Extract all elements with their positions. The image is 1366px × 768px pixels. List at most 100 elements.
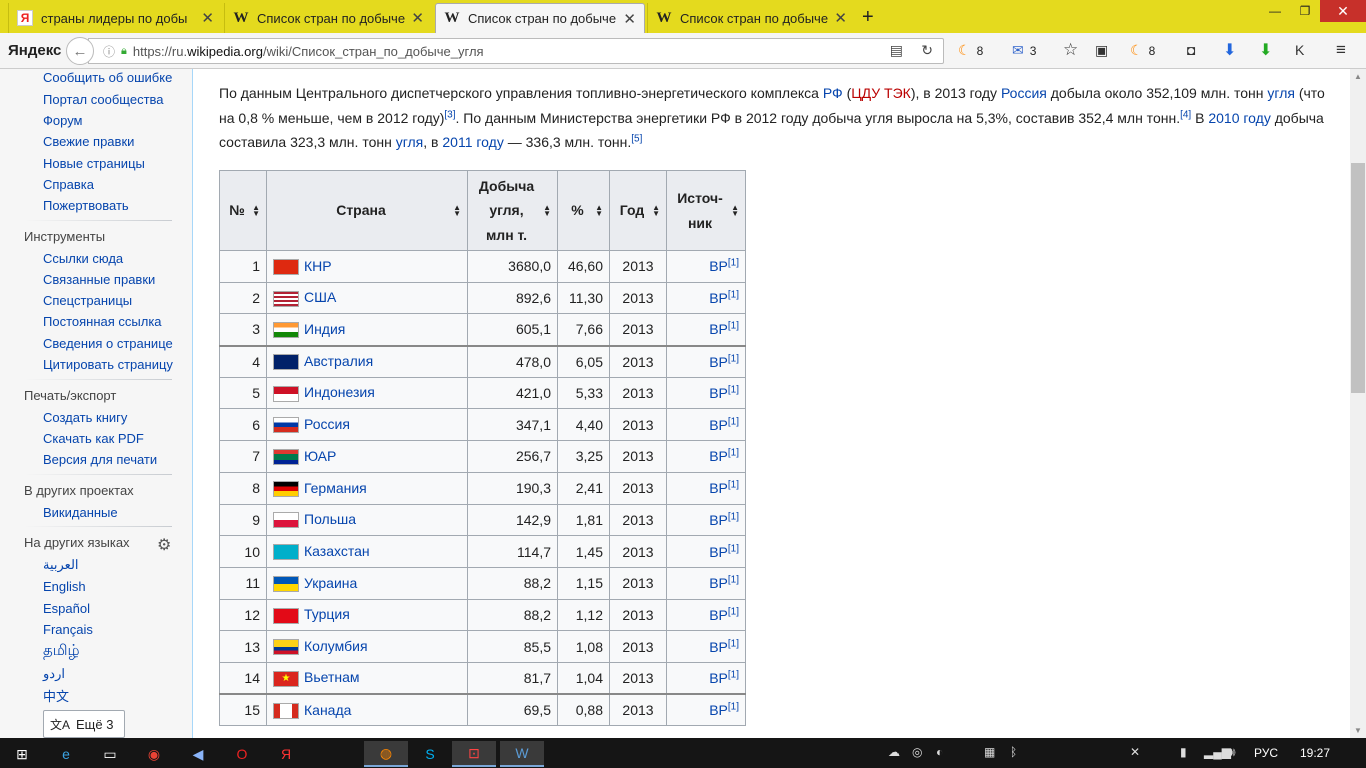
sort-icon[interactable]: ▲ ▼: [453, 203, 461, 217]
back-button[interactable]: ←: [66, 37, 94, 65]
battery-icon[interactable]: ▮: [1180, 745, 1187, 759]
link-2010[interactable]: 2010 году: [1208, 110, 1270, 126]
sidebar-link-donate[interactable]: Пожертвовать: [43, 198, 129, 213]
reference-link[interactable]: [1]: [728, 638, 739, 649]
reference-link[interactable]: [1]: [728, 480, 739, 491]
language-indicator[interactable]: РУС: [1254, 746, 1278, 760]
reference-3[interactable]: [3]: [444, 109, 455, 120]
country-link[interactable]: ЮАР: [304, 448, 336, 464]
source-link[interactable]: BP: [709, 480, 728, 496]
source-link[interactable]: BP: [709, 290, 728, 306]
reference-link[interactable]: [1]: [728, 321, 739, 332]
sidebar-link-what-links-here[interactable]: Ссылки сюда: [43, 251, 123, 266]
volume-icon[interactable]: 🔊︎: [1228, 745, 1236, 760]
source-link[interactable]: BP: [709, 354, 728, 370]
reading-list-icon[interactable]: ▣: [1095, 42, 1108, 59]
source-link[interactable]: BP: [709, 512, 728, 528]
restore-button[interactable]: ❐: [1290, 0, 1320, 22]
reference-link[interactable]: [1]: [728, 511, 739, 522]
sort-icon[interactable]: ▲ ▼: [731, 203, 739, 217]
reference-link[interactable]: [1]: [728, 448, 739, 459]
menu-icon[interactable]: ≡: [1336, 40, 1346, 60]
country-link[interactable]: КНР: [304, 258, 332, 274]
chrome-icon[interactable]: ◉: [132, 741, 176, 767]
country-link[interactable]: Казахстан: [304, 543, 370, 559]
column-header-production[interactable]: Добыча угля, млн т. ▲ ▼: [467, 170, 558, 251]
sidebar-lang-spanish[interactable]: Español: [43, 601, 90, 616]
sidebar-link-special-pages[interactable]: Спецстраницы: [43, 293, 132, 308]
scroll-up-icon[interactable]: ▲: [1354, 72, 1362, 81]
sidebar-link-cite-page[interactable]: Цитировать страницу: [43, 357, 173, 372]
source-link[interactable]: BP: [709, 639, 728, 655]
firefox-icon[interactable]: ◍: [364, 741, 408, 767]
sort-icon[interactable]: ▲ ▼: [252, 203, 260, 217]
reference-link[interactable]: [1]: [728, 258, 739, 269]
tab-wikipedia-1[interactable]: W Список стран по добыче ✕: [224, 3, 432, 33]
link-coal[interactable]: угля: [1267, 85, 1295, 101]
address-bar[interactable]: ⓘ 🔒︎ https://ru. wikipedia.org/wiki/Списо…: [88, 38, 944, 64]
close-icon[interactable]: ✕: [201, 9, 214, 27]
sidebar-lang-french[interactable]: Français: [43, 622, 93, 637]
sort-icon[interactable]: ▲ ▼: [595, 203, 603, 217]
download-icon[interactable]: ⬇: [1223, 40, 1236, 60]
source-link[interactable]: BP: [709, 544, 728, 560]
reader-view-icon[interactable]: ▤: [890, 42, 903, 59]
sidebar-link-forum[interactable]: Форум: [43, 113, 83, 128]
reference-link[interactable]: [1]: [728, 289, 739, 300]
sidebar-lang-tamil[interactable]: தமிழ்: [43, 642, 80, 661]
country-link[interactable]: Россия: [304, 416, 350, 432]
source-link[interactable]: BP: [709, 417, 728, 433]
column-header-country[interactable]: Страна ▲ ▼: [266, 170, 468, 251]
more-languages-button[interactable]: 文A Ещё 3: [43, 710, 125, 738]
sidebar-link-permanent-link[interactable]: Постоянная ссылка: [43, 314, 162, 329]
reference-link[interactable]: [1]: [728, 702, 739, 713]
country-link[interactable]: Вьетнам: [304, 669, 360, 685]
sidebar-heading-other-projects[interactable]: В других проектах: [24, 483, 134, 498]
country-link[interactable]: Германия: [304, 480, 367, 496]
link-rf[interactable]: РФ: [823, 85, 843, 101]
tab-wikipedia-3[interactable]: W Список стран по добыче ✕: [647, 3, 855, 33]
skype-icon[interactable]: S: [408, 741, 452, 767]
sidebar-lang-arabic[interactable]: العربية: [43, 557, 79, 573]
sidebar-link-related-changes[interactable]: Связанные правки: [43, 272, 155, 287]
word-icon[interactable]: W: [500, 741, 544, 767]
scrollbar-thumb[interactable]: [1351, 163, 1365, 393]
cloud-icon[interactable]: ☁: [888, 745, 900, 759]
sidebar-link-help[interactable]: Справка: [43, 177, 94, 192]
sidebar-heading-tools[interactable]: Инструменты: [24, 229, 105, 244]
reference-link[interactable]: [1]: [728, 353, 739, 364]
internet-explorer-icon[interactable]: e: [44, 741, 88, 767]
source-link[interactable]: BP: [709, 448, 728, 464]
link-2011[interactable]: 2011 году: [442, 134, 503, 150]
link-cdu-tek[interactable]: ЦДУ ТЭК: [851, 85, 911, 101]
media-player-icon[interactable]: ◀: [176, 741, 220, 767]
system-clock[interactable]: 19:27: [1300, 746, 1330, 760]
tab-yandex-search[interactable]: Я страны лидеры по добы ✕: [8, 3, 222, 33]
close-icon[interactable]: ✕: [623, 10, 636, 28]
windows-start-icon[interactable]: ⊞: [0, 741, 44, 767]
sidebar-link-wikidata[interactable]: Викиданные: [43, 505, 118, 520]
sidebar-lang-english[interactable]: English: [43, 579, 86, 594]
source-link[interactable]: BP: [709, 321, 728, 337]
reference-link[interactable]: [1]: [728, 416, 739, 427]
column-header-year[interactable]: Год ▲ ▼: [609, 170, 667, 251]
source-link[interactable]: BP: [709, 702, 728, 718]
bookmark-star-icon[interactable]: ☆: [1063, 40, 1078, 60]
scroll-down-icon[interactable]: ▼: [1354, 726, 1362, 735]
adobe-reader-icon[interactable]: ⊡: [452, 741, 496, 767]
reference-4[interactable]: [4]: [1180, 109, 1191, 120]
sidebar-heading-languages[interactable]: На других языках: [24, 535, 130, 550]
country-link[interactable]: США: [304, 289, 336, 305]
reference-link[interactable]: [1]: [728, 575, 739, 586]
new-tab-button[interactable]: +: [862, 6, 874, 29]
column-header-percent[interactable]: % ▲ ▼: [557, 170, 610, 251]
column-header-source[interactable]: Источ-ник ▲ ▼: [666, 170, 746, 251]
antivirus-icon[interactable]: ✕: [1130, 745, 1140, 759]
country-link[interactable]: Польша: [304, 511, 356, 527]
sort-icon[interactable]: ▲ ▼: [543, 203, 551, 217]
yandex-browser-icon[interactable]: Я: [264, 741, 308, 767]
country-link[interactable]: Турция: [304, 606, 350, 622]
network-adapter-icon[interactable]: ▦: [984, 745, 995, 759]
sort-icon[interactable]: ▲ ▼: [652, 203, 660, 217]
sidebar-link-create-book[interactable]: Создать книгу: [43, 410, 127, 425]
